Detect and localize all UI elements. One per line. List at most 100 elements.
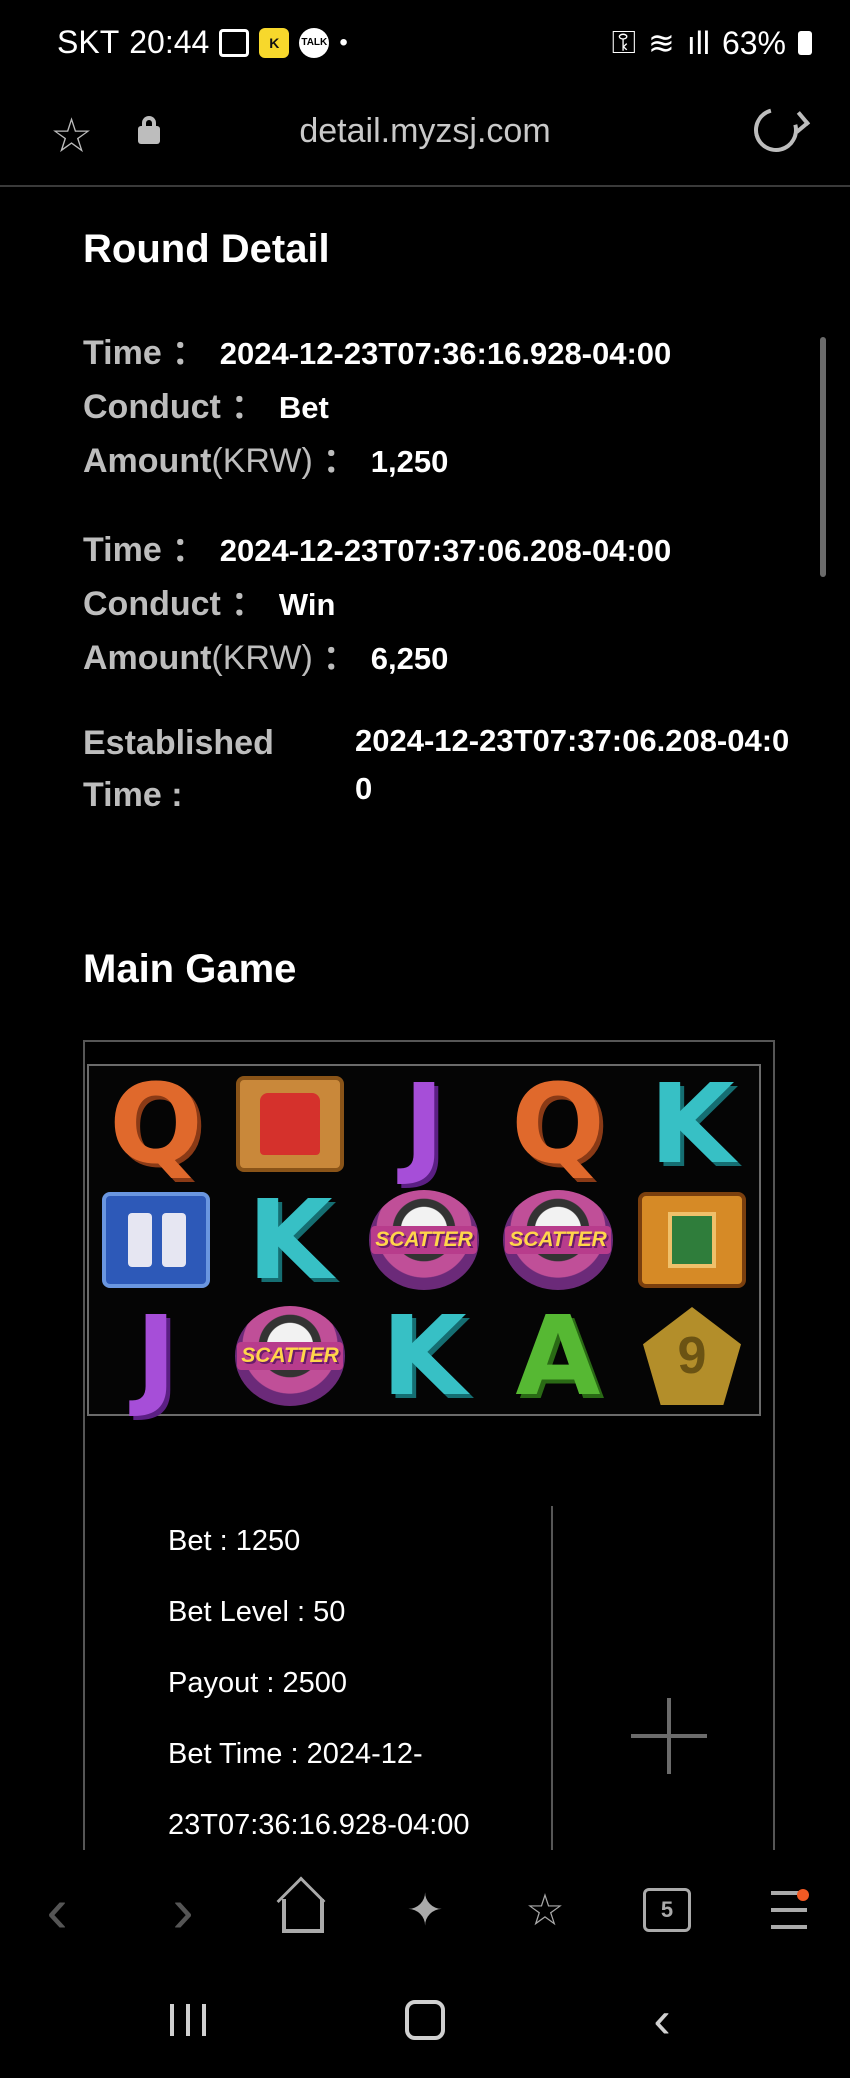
separator: ： [171, 334, 206, 372]
menu-icon [771, 1889, 809, 1929]
status-bar: SKT 20:44 K TALK • ⚿ ≋ ıll 63% [0, 0, 850, 90]
symbol-j: J [135, 1292, 177, 1420]
bet-time-info-cont: 23T07:36:16.928-04:00 [168, 1809, 470, 1841]
amount-label: Amount(KRW) [83, 442, 313, 480]
reel-symbol: K [357, 1298, 491, 1414]
established-time-label: Established Time : [83, 724, 274, 814]
back-button[interactable]: ‹ [22, 1874, 92, 1946]
reel-symbol [223, 1066, 357, 1182]
home-button[interactable] [268, 1880, 338, 1940]
symbol-k: K [649, 1060, 735, 1188]
home-icon [282, 1899, 324, 1933]
plus-icon[interactable] [631, 1698, 707, 1774]
divider [551, 1506, 553, 1850]
forward-button[interactable]: › [148, 1874, 218, 1946]
conduct-label: Conduct [83, 388, 221, 426]
signal-icon: ıll [686, 24, 710, 61]
conduct-value: Bet [278, 390, 329, 425]
reel-symbol: K [625, 1066, 759, 1182]
conduct-value: Win [278, 587, 336, 622]
reel-symbol: SCATTER [223, 1298, 357, 1414]
record-2-amount-row: Amount(KRW) ： 6,250 [83, 630, 448, 679]
bet-info: Bet : 1250 [168, 1525, 301, 1557]
reel-symbol [625, 1182, 759, 1298]
record-2-time-row: Time ： 2024-12-23T07:37:06.208-04:00 [83, 522, 671, 571]
time-value: 2024-12-23T07:36:16.928-04:00 [219, 336, 672, 371]
round-detail-title: Round Detail [83, 227, 330, 271]
jersey-symbol-icon [236, 1076, 344, 1172]
separator: ： [230, 585, 265, 623]
bet-time-info: Bet Time : 2024-12- [168, 1738, 423, 1770]
bookmarks-icon[interactable]: ☆ [510, 1880, 580, 1940]
scatter-symbol-icon: SCATTER [503, 1190, 613, 1290]
time-value: 2024-12-23T07:37:06.208-04:00 [219, 533, 672, 568]
page-content[interactable]: Round Detail Time ： 2024-12-23T07:36:16.… [0, 187, 850, 1850]
separator: ： [230, 388, 265, 426]
menu-notification-dot [797, 1889, 809, 1901]
reel-symbol: 9 [625, 1298, 759, 1414]
menu-button[interactable] [754, 1880, 824, 1940]
time-label: Time [83, 531, 162, 569]
reel-grid: Q J Q K K SCATTER SCATTER J SCATTER K A … [87, 1064, 761, 1416]
record-1-amount-row: Amount(KRW) ： 1,250 [83, 433, 448, 482]
payout-info: Payout : 2500 [168, 1667, 347, 1699]
vpn-key-icon: ⚿ [611, 24, 637, 60]
system-home-button[interactable] [385, 1990, 465, 2050]
separator: ： [322, 442, 357, 480]
battery-percent: 63% [721, 24, 786, 61]
amount-value: 6,250 [370, 641, 449, 676]
tabs-button[interactable]: 5 [632, 1880, 702, 1940]
nine-symbol-icon: 9 [643, 1307, 741, 1405]
kakao-icon: K [259, 27, 290, 58]
url-bar: ☆ detail.myzsj.com [0, 90, 850, 187]
reel-symbol: J [357, 1066, 491, 1182]
status-left: SKT 20:44 K TALK • [57, 24, 348, 61]
talk-icon: TALK [299, 27, 330, 58]
reel-symbol: Q [89, 1066, 223, 1182]
url-text[interactable]: detail.myzsj.com [0, 112, 850, 151]
symbol-q: Q [511, 1060, 605, 1188]
main-game-title: Main Game [83, 947, 297, 991]
established-time-value: 2024-12-23T07:37:06.208-04:00 [355, 723, 790, 806]
bet-level-info: Bet Level : 50 [168, 1596, 346, 1628]
clock: 20:44 [129, 24, 210, 60]
status-right: ⚿ ≋ ıll 63% [612, 24, 812, 62]
tactics-board-symbol-icon [638, 1192, 746, 1288]
battery-icon [798, 31, 812, 55]
wifi-icon: ≋ [648, 25, 675, 61]
reel-symbol: SCATTER [357, 1182, 491, 1298]
system-nav-bar: ‹ [0, 1970, 850, 2078]
drinks-symbol-icon [102, 1192, 210, 1288]
reel-symbol: A [491, 1298, 625, 1414]
scatter-symbol-icon: SCATTER [369, 1190, 479, 1290]
system-back-button[interactable]: ‹ [622, 1990, 702, 2050]
time-label: Time [83, 334, 162, 372]
symbol-q: Q [109, 1060, 203, 1188]
separator: ： [322, 639, 357, 677]
ai-assistant-icon[interactable]: ✦ [390, 1880, 460, 1940]
scatter-symbol-icon: SCATTER [235, 1306, 345, 1406]
carrier: SKT [57, 24, 120, 60]
notification-dot-icon: • [339, 28, 348, 56]
symbol-a: A [515, 1292, 601, 1420]
reload-icon[interactable] [745, 99, 807, 161]
record-1-conduct-row: Conduct ： Bet [83, 379, 329, 428]
amount-label: Amount(KRW) [83, 639, 313, 677]
symbol-k: K [381, 1292, 467, 1420]
conduct-label: Conduct [83, 585, 221, 623]
scrollbar[interactable] [820, 337, 826, 577]
symbol-j: J [403, 1060, 445, 1188]
reel-symbol: Q [491, 1066, 625, 1182]
browser-toolbar: ‹ › ✦ ☆ 5 [0, 1850, 850, 1970]
gallery-icon [219, 28, 250, 57]
tabs-count-icon: 5 [643, 1888, 691, 1932]
amount-value: 1,250 [370, 444, 449, 479]
reel-symbol [89, 1182, 223, 1298]
main-game-panel: Q J Q K K SCATTER SCATTER J SCATTER K A … [83, 1040, 775, 1850]
recents-button[interactable] [148, 1990, 228, 2050]
reel-symbol: SCATTER [491, 1182, 625, 1298]
reel-symbol: J [89, 1298, 223, 1414]
symbol-k: K [247, 1176, 333, 1304]
home-square-icon [405, 2000, 445, 2040]
record-1-time-row: Time ： 2024-12-23T07:36:16.928-04:00 [83, 325, 671, 374]
